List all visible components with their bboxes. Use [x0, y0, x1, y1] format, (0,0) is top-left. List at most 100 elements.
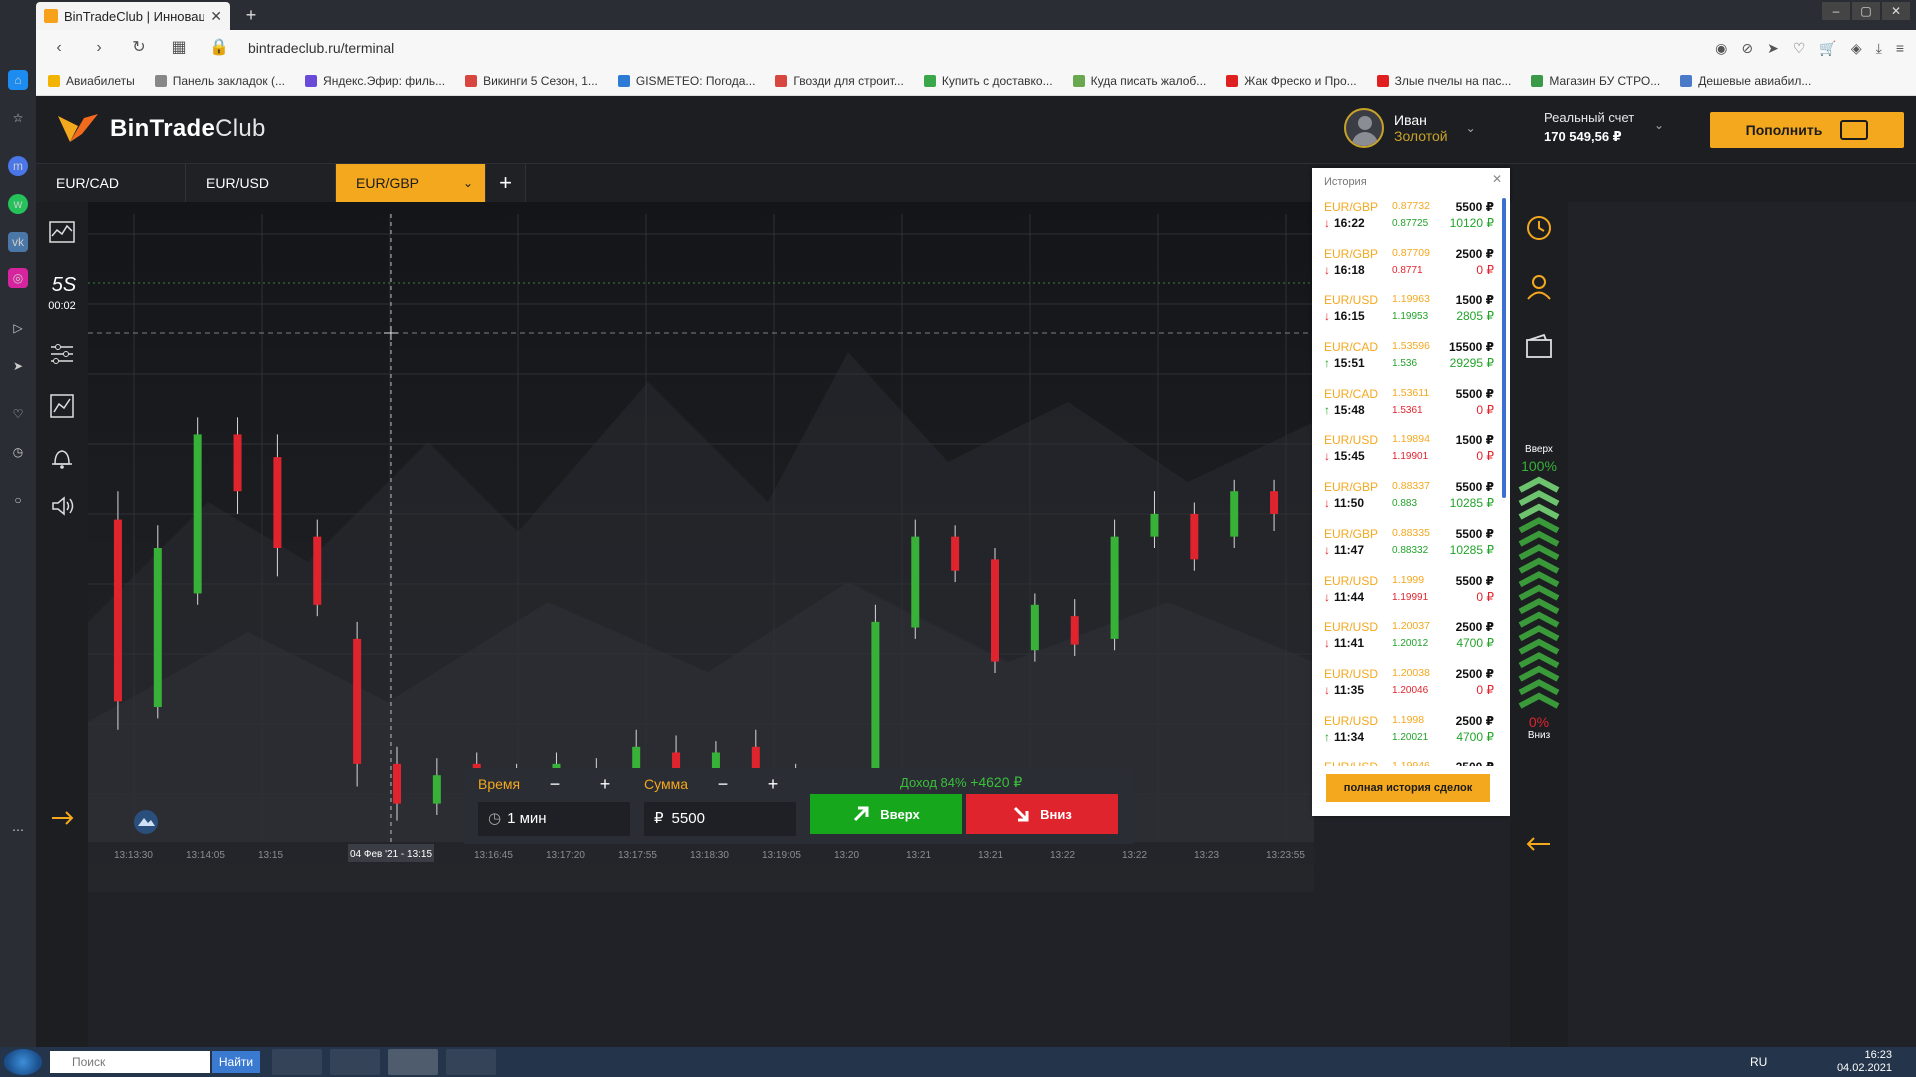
settings-sliders-icon[interactable]: [46, 338, 78, 370]
history-row[interactable]: EUR/GBP 0.88337 5500 ₽ ↓ 11:50 0.883 10285 ₽: [1312, 474, 1502, 521]
heart-icon[interactable]: ♡: [8, 404, 28, 424]
address-bar[interactable]: bintradeclub.ru/terminal: [248, 40, 1697, 56]
expand-right-arrow-icon[interactable]: [1524, 834, 1554, 854]
cart-icon[interactable]: 🛒: [1819, 40, 1836, 57]
bookmark-item[interactable]: Гвозди для строит...: [775, 74, 904, 88]
explorer-taskbar-icon[interactable]: [272, 1049, 322, 1075]
windows-start-button[interactable]: [4, 1049, 42, 1075]
close-tab-icon[interactable]: ✕: [210, 8, 222, 25]
collapse-left-arrow-icon[interactable]: [46, 802, 78, 834]
maximize-icon[interactable]: ▢: [1852, 2, 1880, 20]
vk-icon[interactable]: vk: [8, 232, 28, 252]
bookmark-favicon-icon: [305, 74, 318, 87]
user-profile-icon[interactable]: [1524, 272, 1554, 302]
history-scrollbar[interactable]: [1502, 198, 1506, 498]
tab-eur-cad[interactable]: EUR/CAD: [36, 164, 186, 202]
bookmark-item[interactable]: Дешевые авиабил...: [1680, 74, 1811, 88]
sum-increase-button[interactable]: +: [752, 774, 794, 796]
bookmark-item[interactable]: Купить с доставко...: [923, 74, 1053, 88]
chart-settings-badge[interactable]: [134, 810, 158, 834]
heart-icon[interactable]: ♡: [1793, 40, 1806, 57]
timeframe-value[interactable]: 5S: [44, 274, 84, 297]
tabs-grid-icon[interactable]: ▦: [168, 37, 190, 59]
taskbar-search-button[interactable]: Найти: [212, 1051, 260, 1073]
bookmark-item[interactable]: Панель закладок (...: [154, 74, 285, 88]
wallet-icon[interactable]: [1524, 332, 1554, 362]
bookmark-item[interactable]: Яндекс.Эфир: филь...: [305, 74, 445, 88]
bookmark-item[interactable]: GISMETEO: Погода...: [617, 74, 755, 88]
whatsapp-icon[interactable]: w: [8, 194, 28, 214]
forward-icon[interactable]: ›: [88, 37, 110, 59]
history-row[interactable]: EUR/USD 1.19894 1500 ₽ ↓ 15:45 1.19901 0 ₽: [1312, 427, 1502, 474]
full-history-button[interactable]: полная история сделок: [1326, 774, 1490, 802]
history-row[interactable]: EUR/CAD 1.53611 5500 ₽ ↑ 15:48 1.5361 0 ₽: [1312, 381, 1502, 428]
messenger-icon[interactable]: m: [8, 156, 28, 176]
taskbar-search-input[interactable]: Поиск: [50, 1051, 210, 1073]
app-taskbar-icon[interactable]: [446, 1049, 496, 1075]
tab-eur-gbp[interactable]: EUR/GBP ⌄: [336, 164, 486, 202]
close-icon[interactable]: ✕: [1492, 172, 1502, 186]
sum-field[interactable]: ₽5500: [644, 802, 796, 836]
time-increase-button[interactable]: +: [584, 774, 626, 796]
chevron-down-icon[interactable]: ⌄: [463, 164, 473, 202]
share-icon[interactable]: ➤: [1767, 40, 1779, 57]
reload-icon[interactable]: ↻: [128, 37, 150, 59]
indicators-icon[interactable]: [46, 390, 78, 422]
sum-decrease-button[interactable]: −: [702, 774, 744, 796]
system-clock[interactable]: 16:23 04.02.2021: [1837, 1049, 1892, 1075]
buy-down-button[interactable]: Вниз: [966, 794, 1118, 834]
timer-icon[interactable]: [1524, 212, 1554, 242]
download-icon[interactable]: ⤓: [1876, 40, 1882, 57]
direction-arrow-icon: ↓: [1324, 496, 1330, 511]
bookmark-item[interactable]: Куда писать жалоб...: [1072, 74, 1206, 88]
deposit-button[interactable]: Пополнить: [1710, 112, 1904, 148]
language-indicator[interactable]: RU: [1750, 1055, 1767, 1069]
time-field[interactable]: ◷ 1 мин: [478, 802, 630, 836]
bookmark-item[interactable]: Жак Фреско и Про...: [1226, 74, 1357, 88]
adblock-icon[interactable]: ⊘: [1741, 40, 1753, 57]
new-tab-button[interactable]: +: [240, 4, 262, 26]
brand-logo[interactable]: BinTradeClub: [56, 112, 266, 146]
history-row[interactable]: EUR/GBP 0.88335 5500 ₽ ↓ 11:47 0.88332 10285 ₽: [1312, 521, 1502, 568]
player-icon[interactable]: ▷: [8, 318, 28, 338]
close-window-icon[interactable]: ✕: [1882, 2, 1910, 20]
instagram-icon[interactable]: ◎: [8, 268, 28, 288]
lightbulb-icon[interactable]: ○: [8, 490, 28, 510]
history-row[interactable]: EUR/USD1.199462500 ₽↓11:291.199364700 ₽: [1312, 754, 1502, 766]
add-asset-tab-button[interactable]: +: [486, 164, 526, 202]
opera-taskbar-icon[interactable]: [388, 1049, 438, 1075]
history-row[interactable]: EUR/USD 1.20038 2500 ₽ ↓ 11:35 1.20046 0 ₽: [1312, 661, 1502, 708]
menu-icon[interactable]: ≡: [1896, 40, 1904, 57]
bookmark-item[interactable]: Викинги 5 Сезон, 1...: [465, 74, 598, 88]
more-icon[interactable]: ⋯: [8, 820, 28, 840]
user-menu[interactable]: Иван Золотой ⌄: [1344, 108, 1476, 148]
history-icon[interactable]: ◷: [8, 442, 28, 462]
bookmark-item[interactable]: Злые пчелы на пас...: [1376, 74, 1511, 88]
bookmark-item[interactable]: Магазин БУ СТРО...: [1531, 74, 1660, 88]
camera-icon[interactable]: ◉: [1715, 40, 1727, 57]
history-row[interactable]: EUR/GBP 0.87709 2500 ₽ ↓ 16:18 0.8771 0 ₽: [1312, 241, 1502, 288]
chart-type-icon[interactable]: [46, 216, 78, 248]
cube-icon[interactable]: ◈: [1851, 40, 1862, 57]
history-list[interactable]: EUR/GBP 0.87732 5500 ₽ ↓ 16:22 0.87725 10120 ₽…: [1312, 194, 1502, 766]
history-row[interactable]: EUR/USD 1.20037 2500 ₽ ↓ 11:41 1.20012 4700 ₽: [1312, 614, 1502, 661]
sound-icon[interactable]: [46, 490, 78, 522]
home-icon[interactable]: ⌂: [8, 70, 28, 90]
history-row[interactable]: EUR/USD 1.1999 5500 ₽ ↓ 11:44 1.19991 0 ₽: [1312, 568, 1502, 615]
tab-eur-usd[interactable]: EUR/USD: [186, 164, 336, 202]
back-icon[interactable]: ‹: [48, 37, 70, 59]
time-decrease-button[interactable]: −: [534, 774, 576, 796]
history-row[interactable]: EUR/GBP 0.87732 5500 ₽ ↓ 16:22 0.87725 10120 ₽: [1312, 194, 1502, 241]
history-row[interactable]: EUR/USD 1.19963 1500 ₽ ↓ 16:15 1.19953 2805 ₽: [1312, 287, 1502, 334]
bookmark-item[interactable]: Авиабилеты: [48, 74, 135, 88]
send-icon[interactable]: ➤: [8, 356, 28, 376]
history-row[interactable]: EUR/CAD 1.53596 15500 ₽ ↑ 15:51 1.536 29295 ₽: [1312, 334, 1502, 381]
browser-tab-active[interactable]: BinTradeClub | Инновацио ✕: [36, 2, 230, 30]
bell-icon[interactable]: [46, 442, 78, 474]
account-selector[interactable]: Реальный счет 170 549,56 ₽ ⌄: [1544, 110, 1664, 145]
star-icon[interactable]: ☆: [8, 108, 28, 128]
minimize-icon[interactable]: –: [1822, 2, 1850, 20]
media-player-taskbar-icon[interactable]: [330, 1049, 380, 1075]
history-row[interactable]: EUR/USD 1.1998 2500 ₽ ↑ 11:34 1.20021 4700 ₽: [1312, 708, 1502, 755]
buy-up-button[interactable]: Вверх: [810, 794, 962, 834]
